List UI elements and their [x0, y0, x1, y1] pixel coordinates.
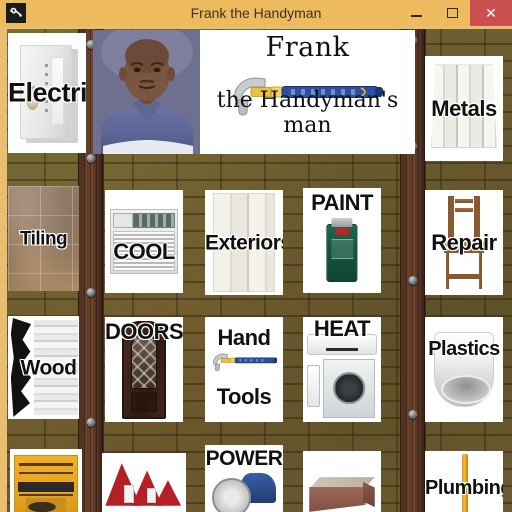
pvc-pipe-image [425, 317, 503, 422]
tile-emergency[interactable]: EMERGENCY [102, 453, 186, 512]
title-bar[interactable]: Frank the Handyman ✕ [0, 0, 512, 26]
screw-icon [408, 276, 418, 285]
banner-line-2: the Handyman's man [216, 88, 399, 138]
tile-label-tools: Tools [216, 384, 272, 409]
tile-cool[interactable]: COOL [105, 190, 183, 293]
app-logo-icon [6, 3, 26, 23]
tile-plastics[interactable]: Plastics [425, 317, 503, 422]
close-icon: ✕ [485, 5, 497, 21]
close-button[interactable]: ✕ [470, 0, 512, 26]
screw-icon [86, 154, 96, 163]
tile-plumbing[interactable]: Plumbing [425, 451, 503, 512]
tile-hand-tools[interactable]: Hand Tools [205, 317, 283, 422]
banner-line-1: Frank [265, 32, 350, 63]
tile-label-heat: HEAT [313, 317, 371, 341]
banner-text-area: Frank the Handyman's man [200, 30, 415, 154]
tile-concrete[interactable] [10, 449, 82, 512]
tile-repair[interactable]: Repair [425, 190, 503, 295]
maximize-icon [446, 8, 458, 18]
minimize-button[interactable] [398, 0, 434, 26]
tile-label-hand: Hand [217, 325, 272, 350]
tile-exteriors[interactable]: Exteriors [205, 190, 283, 295]
frank-portrait-photo [93, 30, 200, 154]
tile-label-tiling: Tiling [19, 228, 68, 249]
screw-icon [408, 410, 418, 419]
tile-doors[interactable]: DOORS [105, 317, 183, 422]
maximize-button[interactable] [434, 0, 470, 26]
brick-image [303, 451, 381, 512]
tile-label-electric: Electric [8, 77, 86, 108]
tile-paint[interactable]: PAINT [303, 188, 381, 293]
tile-label-metals: Metals [431, 95, 497, 121]
tile-label-exteriors: Exteriors [205, 231, 283, 254]
tile-label-cool: COOL [113, 238, 175, 264]
tile-power-tools[interactable]: POWER Tools [205, 445, 283, 512]
screw-icon [86, 288, 96, 297]
minimize-icon [410, 14, 422, 17]
tile-label-repair: Repair [431, 229, 497, 255]
frank-the-handyman-banner[interactable]: Frank the Handyman's man [93, 30, 415, 154]
tile-heat[interactable]: HEAT [303, 317, 381, 422]
application-window: Frank the Handyman ✕ Electri Frank the H… [0, 0, 512, 512]
quikrete-concrete-mix-bag-image [10, 449, 82, 512]
window-controls: ✕ [398, 0, 512, 26]
frame-border-left [0, 26, 7, 512]
page-content: Electric [0, 26, 512, 512]
tile-label-paint: PAINT [311, 190, 373, 215]
tile-label-plastics: Plastics [428, 337, 500, 360]
screw-icon [86, 418, 96, 427]
tile-label-plumbing: Plumbing [425, 476, 503, 499]
tile-metals[interactable]: Metals [425, 56, 503, 161]
tile-masonry[interactable]: Masonry [303, 451, 381, 512]
tile-label-wood: Wood [20, 356, 77, 379]
emergency-house-roof-image [102, 453, 186, 512]
tile-wood[interactable]: Wood [8, 316, 79, 419]
tile-electric[interactable]: Electric [8, 33, 86, 153]
tile-tiling[interactable]: Tiling [8, 186, 79, 291]
tile-label-doors: DOORS [105, 319, 183, 344]
frame-border-top [0, 26, 512, 29]
tile-label-power: POWER [205, 447, 283, 470]
